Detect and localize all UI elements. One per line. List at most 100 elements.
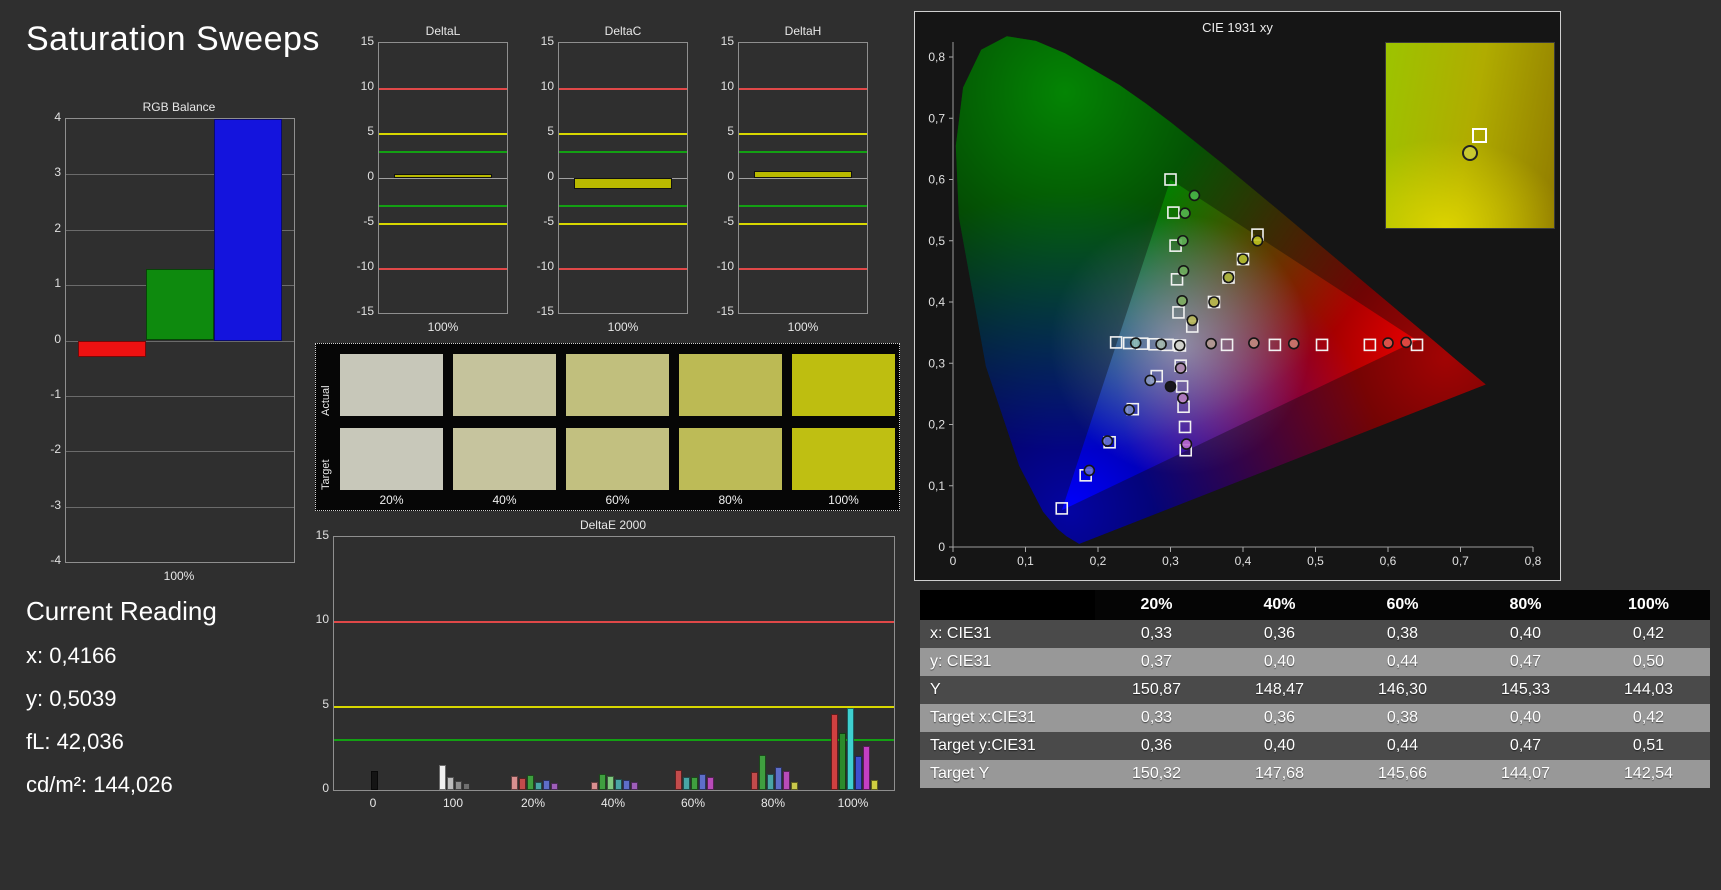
y-tick-label: -4 (50, 553, 61, 567)
swatch-target (566, 428, 669, 490)
limit-line (559, 223, 687, 225)
y-tick-label: 10 (540, 79, 554, 93)
y-tick-label: 10 (720, 79, 734, 93)
table-row: x: CIE31 0,33 0,36 0,38 0,40 0,42 (920, 620, 1710, 648)
limit-line (379, 88, 507, 90)
y-tick-label: 0,8 (928, 50, 945, 64)
limit-line (379, 133, 507, 135)
table-row-label: y: CIE31 (930, 653, 992, 670)
y-tick-label: 0 (367, 169, 374, 183)
table-cell: 0,33 (1140, 709, 1173, 726)
swatch-actual (792, 354, 895, 416)
cie1931-title: CIE 1931 xy (1202, 20, 1273, 35)
measured-circle (1186, 314, 1199, 327)
measurement-table: 20% 40% 60% 80% 100% x: CIE31 0,33 0,36 0,38 0,40… (920, 590, 1710, 788)
table-header-cell: 20% (1140, 596, 1173, 613)
deltae-bar (862, 746, 870, 790)
x-tick-label: 100% (837, 796, 869, 810)
limit-line (379, 205, 507, 207)
x-axis-label: 100% (427, 320, 459, 334)
table-cell: 0,42 (1632, 625, 1665, 642)
table-header-cell: 60% (1386, 596, 1419, 613)
table-cell: 144,07 (1501, 765, 1550, 782)
measured-circle (1083, 464, 1096, 477)
table-row: Target Y 150,32 147,68 145,66 144,07 142,54 (920, 760, 1710, 788)
x-tick-label: 0,3 (1162, 554, 1179, 568)
y-tick-label: -15 (356, 304, 374, 318)
swatch-col-label: 100% (828, 493, 859, 507)
cie1931-panel: CIE 1931 xy 0 0,1 0,2 0,3 0,4 0,5 0,6 0,… (914, 11, 1561, 581)
y-tick-label: 0 (727, 169, 734, 183)
x-tick-label: 40% (600, 796, 626, 810)
table-row: Target y:CIE31 0,36 0,40 0,44 0,47 0,51 (920, 732, 1710, 760)
current-reading-x: x: 0,4166 (26, 643, 117, 668)
limit-line (334, 621, 894, 624)
deltae-bar (542, 779, 550, 790)
y-tick-label: 0,5 (928, 234, 945, 248)
table-row: Y 150,87 148,47 146,30 145,33 144,03 (920, 676, 1710, 704)
measured-circle (1400, 336, 1412, 349)
deltae-bar (766, 773, 774, 790)
table-cell: 0,42 (1632, 709, 1665, 726)
deltae-bar (782, 770, 790, 790)
measured-circle (1248, 337, 1260, 349)
table-row-label: Target Y (930, 765, 990, 782)
inset-measured-circle (1461, 144, 1478, 161)
swatch-row-label: Actual (320, 385, 332, 416)
table-cell: 0,40 (1509, 709, 1542, 726)
measured-circle (1382, 337, 1394, 349)
measured-circle (1208, 296, 1220, 308)
delta-bar (574, 178, 672, 189)
measured-circle (1205, 337, 1217, 350)
limit-line (739, 223, 867, 225)
limit-line (739, 88, 867, 90)
current-reading-cdm2: cd/m²: 144,026 (26, 772, 173, 797)
table-cell: 0,33 (1140, 625, 1173, 642)
deltae-bar (698, 773, 706, 790)
swatch-row-label: Target (320, 459, 332, 490)
table-cell: 0,51 (1632, 737, 1665, 754)
chart-title: DeltaL (425, 24, 461, 38)
deltae-bar (622, 779, 630, 790)
x-tick-label: 100 (442, 796, 464, 810)
measured-circle (1164, 380, 1177, 393)
measured-circle (1179, 207, 1191, 219)
gridline (66, 395, 294, 397)
measured-circle (1287, 337, 1300, 350)
table-cell: 148,47 (1255, 681, 1304, 698)
delta-chart-deltah: DeltaH 15 10 5 0 -5 -10 -15 100% (708, 24, 873, 344)
y-tick-label: 0 (322, 781, 329, 795)
limit-line (379, 268, 507, 270)
x-tick-label: 0,8 (1525, 554, 1542, 568)
swatch-target (453, 428, 556, 490)
table-cell: 144,03 (1624, 681, 1673, 698)
plot (738, 42, 868, 314)
plot (558, 42, 688, 314)
deltae-bar (518, 778, 526, 790)
limit-line (559, 133, 687, 135)
deltae2000-chart: DeltaE 2000 0 5 10 15 0 100 20% 40% 60% 80% 100% (315, 518, 900, 823)
y-tick-label: 0,7 (928, 111, 945, 125)
y-tick-label: 0,4 (928, 295, 945, 309)
y-tick-label: 5 (367, 124, 374, 138)
table-cell: 0,40 (1509, 625, 1542, 642)
deltae-bar (462, 783, 470, 790)
delta-bar (394, 174, 492, 179)
deltae-bar (690, 777, 698, 790)
y-tick-label: -2 (50, 442, 61, 457)
measured-circle (1101, 435, 1114, 447)
deltae-bar (446, 777, 454, 790)
table-row-label: Target y:CIE31 (930, 737, 1036, 754)
deltae-bar (630, 782, 638, 790)
swatch-col-label: 40% (492, 493, 517, 507)
x-tick-label: 0,4 (1235, 554, 1252, 568)
deltae-bar (454, 780, 462, 790)
chart-title: DeltaC (604, 24, 642, 38)
table-cell: 145,33 (1501, 681, 1550, 698)
y-tick-label: 5 (322, 696, 329, 711)
deltae-bar (706, 776, 714, 790)
x-tick-label: 60% (680, 796, 706, 810)
deltae-bar (758, 754, 766, 790)
y-tick-label: 0,3 (928, 356, 945, 370)
x-tick-label: 0,1 (1017, 554, 1034, 568)
